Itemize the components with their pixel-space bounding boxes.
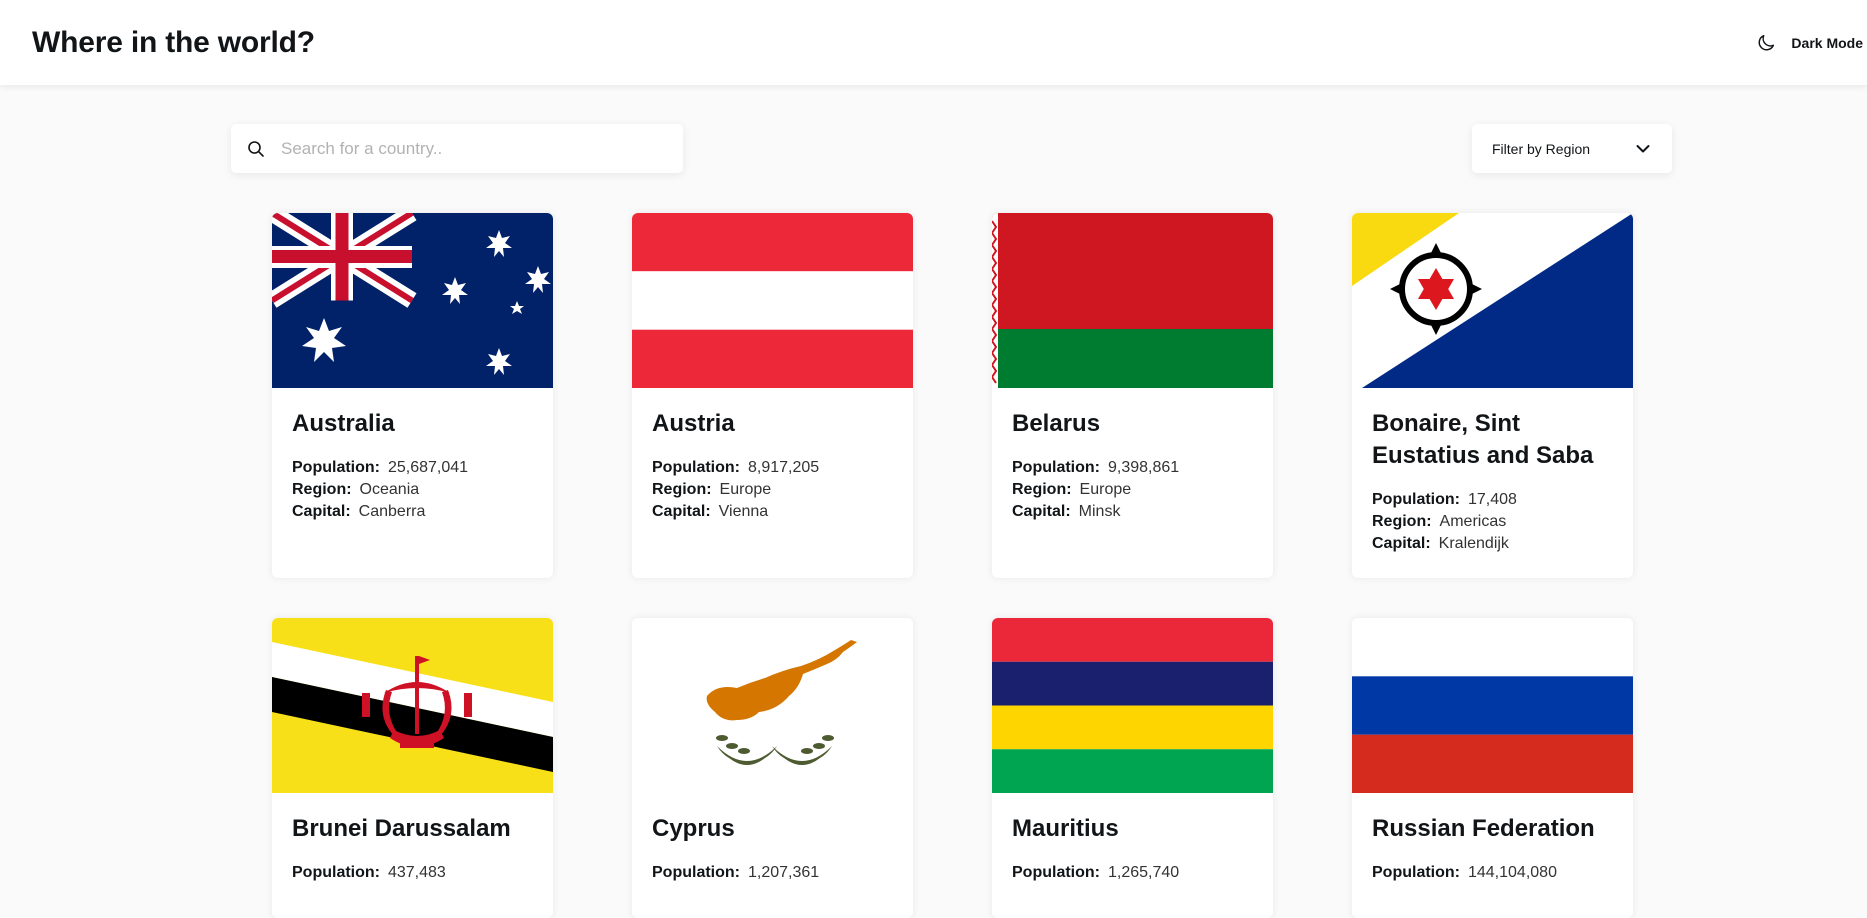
capital-label: Capital:	[652, 503, 711, 520]
region-label: Region:	[1012, 481, 1072, 498]
country-name: Brunei Darussalam	[292, 815, 511, 842]
filter-label: Filter by Region	[1492, 140, 1591, 157]
country-card-brunei[interactable]: Brunei Darussalam Population: 437,483	[272, 618, 553, 918]
population-label: Population:	[1372, 864, 1460, 881]
search-icon	[231, 140, 281, 158]
country-name: Belarus	[1012, 410, 1101, 437]
austria-flag	[632, 213, 913, 388]
population-value: 17,408	[1467, 491, 1517, 508]
population-value: 9,398,861	[1107, 459, 1180, 476]
search-input[interactable]	[281, 138, 671, 159]
dark-mode-label: Dark Mode	[1791, 34, 1863, 51]
brunei-flag	[272, 618, 553, 793]
country-name: Australia	[292, 410, 395, 437]
population-label: Population:	[652, 459, 740, 476]
capital-label: Capital:	[292, 503, 351, 520]
population-value: 144,104,080	[1467, 864, 1557, 881]
chevron-down-icon	[1636, 144, 1650, 152]
country-card-austria[interactable]: Austria Population: 8,917,205 Region: Euro…	[632, 213, 913, 578]
country-card-cyprus[interactable]: Cyprus Population: 1,207,361	[632, 618, 913, 918]
region-label: Region:	[652, 481, 712, 498]
population-label: Population:	[652, 864, 740, 881]
country-name: Mauritius	[1012, 815, 1119, 842]
app-title: Where in the world?	[32, 25, 315, 59]
search-box[interactable]	[231, 124, 683, 173]
bonaire-flag	[1352, 213, 1633, 388]
australia-flag	[272, 213, 553, 388]
population-label: Population:	[292, 459, 380, 476]
region-label: Region:	[292, 481, 352, 498]
belarus-flag	[992, 213, 1273, 388]
country-card-mauritius[interactable]: Mauritius Population: 1,265,740	[992, 618, 1273, 918]
capital-value: Vienna	[718, 503, 769, 520]
region-label: Region:	[1372, 513, 1432, 530]
dark-mode-toggle[interactable]: Dark Mode	[1755, 32, 1863, 54]
population-value: 1,265,740	[1107, 864, 1180, 881]
country-card-australia[interactable]: Australia Population: 25,687,041 Region: O…	[272, 213, 553, 578]
population-label: Population:	[1012, 864, 1100, 881]
capital-value: Kralendijk	[1438, 535, 1509, 552]
country-name: Bonaire, Sint Eustatius and Saba	[1372, 410, 1594, 469]
country-name: Austria	[652, 410, 735, 437]
region-filter-dropdown[interactable]: Filter by Region	[1472, 124, 1672, 173]
top-header: Where in the world? Dark Mode	[0, 0, 1867, 85]
moon-icon	[1758, 34, 1775, 50]
population-label: Population:	[1012, 459, 1100, 476]
region-value: Oceania	[359, 481, 420, 498]
population-value: 8,917,205	[747, 459, 820, 476]
population-value: 25,687,041	[387, 459, 469, 476]
capital-label: Capital:	[1372, 535, 1431, 552]
country-card-russia[interactable]: Russian Federation Population: 144,104,08…	[1352, 618, 1633, 918]
capital-value: Minsk	[1078, 503, 1121, 520]
capital-label: Capital:	[1012, 503, 1071, 520]
russia-flag	[1352, 618, 1633, 793]
region-value: Europe	[719, 481, 772, 498]
country-name: Russian Federation	[1372, 815, 1595, 842]
cyprus-flag	[632, 618, 913, 793]
population-value: 1,207,361	[747, 864, 820, 881]
region-value: Americas	[1439, 513, 1507, 530]
country-card-belarus[interactable]: Belarus Population: 9,398,861 Region: Euro…	[992, 213, 1273, 578]
capital-value: Canberra	[358, 503, 426, 520]
population-label: Population:	[292, 864, 380, 881]
population-label: Population:	[1372, 491, 1460, 508]
country-name: Cyprus	[652, 815, 735, 842]
region-value: Europe	[1079, 481, 1132, 498]
population-value: 437,483	[387, 864, 446, 881]
country-card-bonaire[interactable]: Bonaire, Sint Eustatius and Saba Populat…	[1352, 213, 1633, 578]
mauritius-flag	[992, 618, 1273, 793]
